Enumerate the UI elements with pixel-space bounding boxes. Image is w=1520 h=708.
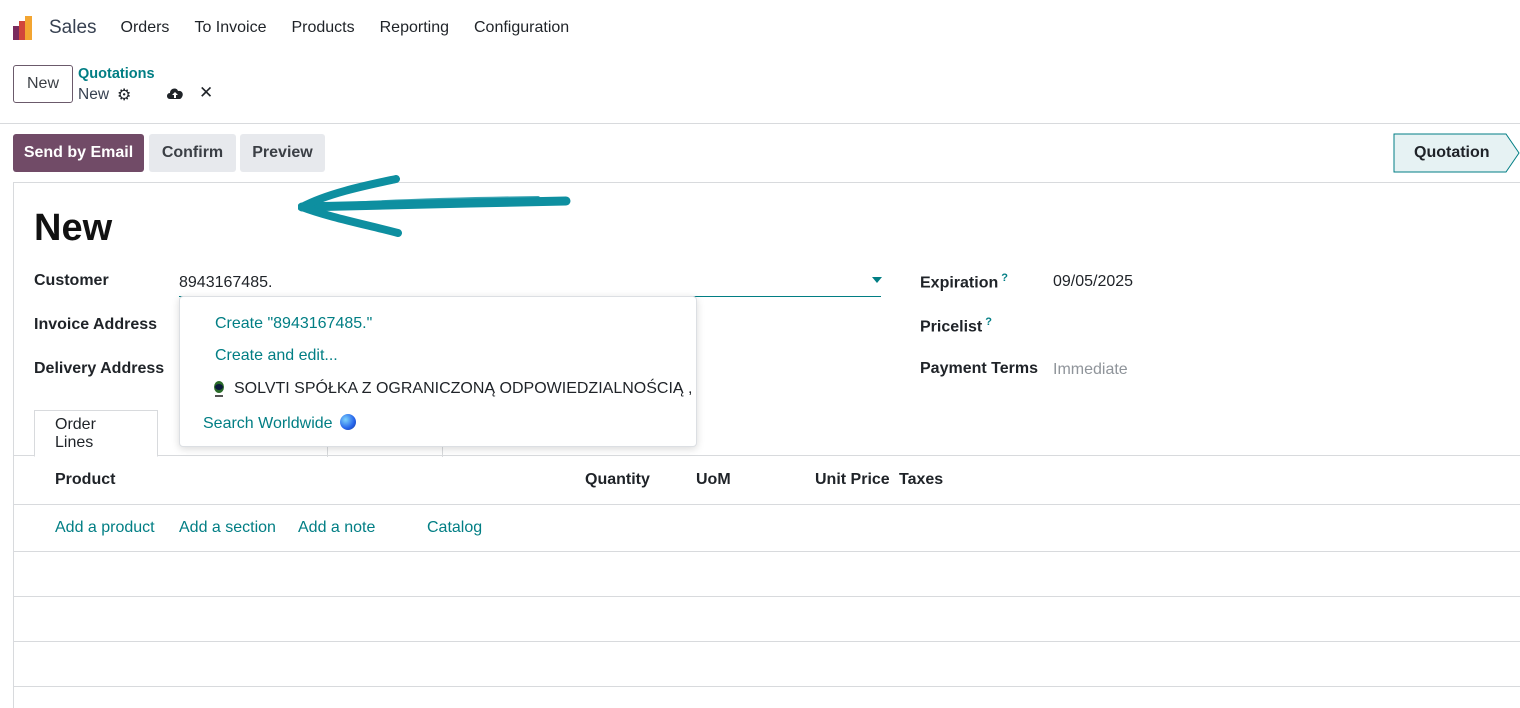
search-worldwide-option[interactable]: Search Worldwide xyxy=(203,414,356,433)
stage-label: Quotation xyxy=(1414,144,1490,161)
menu-reporting[interactable]: Reporting xyxy=(380,19,449,37)
partner-avatar-icon xyxy=(214,381,224,397)
status-bar: Send by Email Confirm Preview Quotation xyxy=(0,124,1520,182)
table-row xyxy=(14,642,1520,687)
menu-products[interactable]: Products xyxy=(291,19,354,37)
customer-autocomplete-dropdown: Create "8943167485." Create and edit... … xyxy=(179,296,697,447)
create-option[interactable]: Create "8943167485." xyxy=(215,315,372,333)
add-line-row: Add a product Add a section Add a note C… xyxy=(14,505,1520,552)
sales-app-logo-icon[interactable] xyxy=(12,15,38,41)
top-navbar: Sales Orders To Invoice Products Reporti… xyxy=(0,0,1520,56)
partner-option-label: SOLVTI SPÓŁKA Z OGRANICZONĄ ODPOWIEDZIAL… xyxy=(234,380,693,397)
column-taxes[interactable]: Taxes xyxy=(899,471,943,489)
chevron-down-icon[interactable] xyxy=(872,277,882,283)
search-worldwide-label: Search Worldwide xyxy=(203,415,333,432)
partner-option[interactable]: SOLVTI SPÓŁKA Z OGRANICZONĄ ODPOWIEDZIAL… xyxy=(212,379,692,399)
menu-configuration[interactable]: Configuration xyxy=(474,19,569,37)
send-by-email-button[interactable]: Send by Email xyxy=(13,134,144,172)
stage-quotation[interactable]: Quotation xyxy=(1393,133,1520,173)
pricelist-label: Pricelist? xyxy=(920,316,992,336)
globe-icon xyxy=(339,414,356,430)
breadcrumb-current: New ⚙ xyxy=(78,85,131,105)
cloud-upload-icon[interactable] xyxy=(165,84,185,102)
customer-label: Customer xyxy=(34,272,109,289)
delivery-address-label: Delivery Address xyxy=(34,360,165,377)
record-title: New xyxy=(34,207,113,249)
table-row xyxy=(14,552,1520,597)
help-icon[interactable]: ? xyxy=(985,316,992,328)
payment-terms-value[interactable]: Immediate xyxy=(1053,361,1128,379)
gear-icon[interactable]: ⚙ xyxy=(117,85,131,105)
expiration-label: Expiration? xyxy=(920,272,1008,292)
column-product[interactable]: Product xyxy=(55,471,115,489)
expiration-value[interactable]: 09/05/2025 xyxy=(1053,273,1133,291)
breadcrumb-quotations[interactable]: Quotations xyxy=(78,66,155,82)
control-panel: New Quotations New ⚙ ✕ xyxy=(0,56,1520,124)
add-note-link[interactable]: Add a note xyxy=(298,519,375,537)
help-icon[interactable]: ? xyxy=(1001,272,1008,284)
close-icon[interactable]: ✕ xyxy=(199,83,213,103)
column-uom[interactable]: UoM xyxy=(696,471,731,489)
column-quantity[interactable]: Quantity xyxy=(585,471,650,489)
new-button[interactable]: New xyxy=(13,65,73,103)
column-unit-price[interactable]: Unit Price xyxy=(815,471,890,489)
breadcrumb-current-label: New xyxy=(78,86,110,103)
table-row xyxy=(14,597,1520,642)
add-section-link[interactable]: Add a section xyxy=(179,519,276,537)
invoice-address-label: Invoice Address xyxy=(34,316,158,333)
menu-to-invoice[interactable]: To Invoice xyxy=(194,19,266,37)
pricelist-label-text: Pricelist xyxy=(920,318,983,336)
create-and-edit-option[interactable]: Create and edit... xyxy=(215,347,338,365)
menu-orders[interactable]: Orders xyxy=(121,19,170,37)
top-menu: Orders To Invoice Products Reporting Con… xyxy=(121,19,595,37)
order-lines-header: Product Quantity UoM Unit Price Taxes xyxy=(14,456,1520,505)
annotation-arrow-icon xyxy=(298,175,571,237)
expiration-label-text: Expiration xyxy=(920,274,999,292)
preview-button[interactable]: Preview xyxy=(240,134,325,172)
add-product-link[interactable]: Add a product xyxy=(55,519,155,537)
app-name[interactable]: Sales xyxy=(49,17,97,39)
confirm-button[interactable]: Confirm xyxy=(149,134,236,172)
payment-terms-label: Payment Terms xyxy=(920,360,1038,377)
catalog-link[interactable]: Catalog xyxy=(427,519,482,537)
tab-order-lines[interactable]: Order Lines xyxy=(34,410,158,457)
customer-input[interactable] xyxy=(179,269,881,297)
